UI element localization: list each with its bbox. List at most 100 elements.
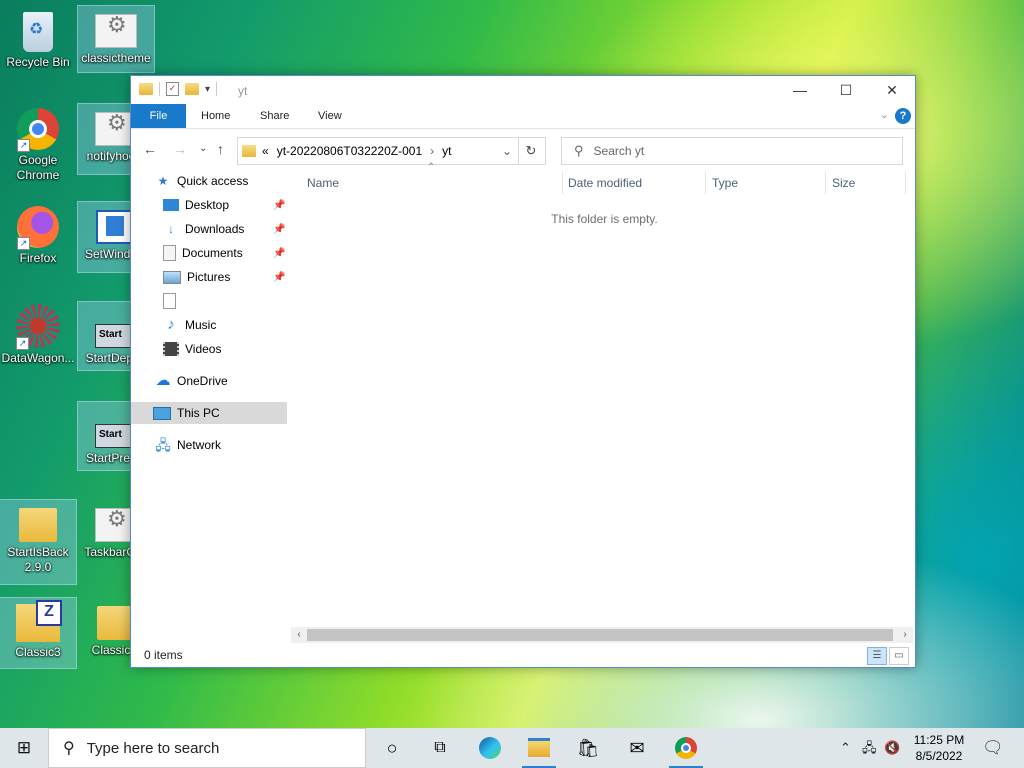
pin-icon[interactable]: 📌	[273, 272, 285, 283]
chrome-taskbar-icon[interactable]	[666, 728, 706, 768]
shortcut-arrow-icon: ↗	[17, 139, 30, 152]
desktop-icon-startisback[interactable]: StartIsBack 2.9.0	[0, 499, 77, 585]
desktop-icon-firefox[interactable]: ↗ Firefox	[0, 202, 76, 266]
title-bar[interactable]: ✓ ▾ yt — ☐ ✕	[131, 76, 915, 104]
large-icons-view-icon[interactable]: ▭	[889, 647, 909, 665]
nav-item-documents[interactable]: Documents	[163, 242, 243, 264]
file-explorer-window[interactable]: ✓ ▾ yt — ☐ ✕ File Home Share View ⌄ ? ← …	[130, 75, 916, 668]
mail-icon[interactable]: ✉	[617, 728, 657, 768]
navigation-bar: ← → ⌄ ↑ « yt-20220806T032220Z-001 › yt ⌄…	[131, 129, 915, 169]
desktop-icon-classictheme[interactable]: classictheme	[77, 5, 155, 73]
cortana-icon[interactable]: ○	[372, 728, 412, 768]
file-explorer-taskbar-icon[interactable]	[519, 728, 559, 768]
windows-start-icon[interactable]: ⊞	[0, 728, 48, 768]
store-icon[interactable]: 🛍	[568, 728, 608, 768]
desktop-icon-label: Google Chrome	[16, 153, 60, 182]
horizontal-scrollbar[interactable]: ‹ ›	[291, 627, 913, 643]
column-header-date-modified[interactable]: Date modified	[568, 168, 642, 198]
edge-icon[interactable]	[470, 728, 510, 768]
column-header-type[interactable]: Type	[712, 168, 738, 198]
tab-view[interactable]: View	[318, 104, 342, 128]
edge-logo	[479, 736, 501, 759]
forward-arrow-icon[interactable]: →	[173, 141, 187, 157]
back-arrow-icon[interactable]: ←	[143, 141, 157, 157]
scrollbar-thumb[interactable]	[307, 629, 893, 641]
desktop-icon	[163, 199, 179, 211]
chrome-icon: ↗	[17, 108, 59, 152]
nav-item-this-pc[interactable]: This PC	[131, 402, 287, 424]
details-view-icon[interactable]: ☰	[867, 647, 887, 665]
file-list[interactable]: ⌃ Name Date modified Type Size This fold…	[296, 162, 913, 626]
scroll-right-arrow-icon[interactable]: ›	[897, 627, 913, 643]
tab-file[interactable]: File	[131, 104, 186, 128]
help-icon[interactable]: ?	[895, 108, 911, 124]
address-bar[interactable]: « yt-20220806T032220Z-001 › yt ⌄	[237, 137, 519, 165]
sort-chevron-up-icon: ⌃	[427, 162, 436, 173]
show-hidden-icons-chevron-icon[interactable]: ⌃	[840, 728, 851, 768]
notification-center-icon[interactable]: 🗨	[982, 728, 1004, 768]
refresh-icon[interactable]: ↻	[517, 137, 546, 165]
nav-item-network[interactable]: 🖧 Network	[155, 434, 221, 456]
up-arrow-icon[interactable]: ↑	[217, 141, 224, 157]
pin-icon[interactable]: 📌	[273, 200, 285, 211]
item-count: 0 items	[144, 648, 183, 662]
tab-home[interactable]: Home	[201, 104, 230, 128]
chevron-down-icon[interactable]: ⌄	[880, 108, 889, 121]
computer-icon	[153, 406, 171, 420]
properties-icon[interactable]: ✓	[166, 82, 179, 96]
taskbar-search-input[interactable]: ⚲ Type here to search	[48, 728, 366, 768]
column-divider[interactable]	[825, 172, 826, 194]
column-header-name[interactable]: Name	[307, 168, 339, 198]
system-clock[interactable]: 11:25 PM 8/5/2022	[900, 732, 978, 764]
recent-locations-chevron-icon[interactable]: ⌄	[199, 143, 207, 154]
breadcrumb-segment[interactable]: yt-20220806T032220Z-001	[277, 144, 422, 158]
close-button[interactable]: ✕	[869, 76, 915, 104]
nav-item-onedrive[interactable]: ☁ OneDrive	[155, 370, 228, 392]
breadcrumb-overflow[interactable]: «	[262, 144, 269, 158]
search-input[interactable]: ⚲ Search yt	[561, 137, 903, 165]
ribbon-tabs: File Home Share View ⌄ ?	[131, 104, 915, 129]
desktop-icon-classic3[interactable]: Z Classic3	[0, 597, 77, 669]
minimize-button[interactable]: —	[777, 76, 823, 104]
nav-item-downloads[interactable]: ↓ Downloads	[163, 218, 244, 240]
nav-item-label: Videos	[185, 342, 222, 356]
breadcrumb-segment[interactable]: yt	[442, 144, 451, 158]
nav-item-label: Desktop	[185, 198, 230, 212]
column-divider[interactable]	[905, 172, 906, 194]
column-divider[interactable]	[705, 172, 706, 194]
desktop-icon-label: StartIsBack 2.9.0	[7, 545, 69, 574]
column-divider[interactable]	[562, 172, 563, 194]
desktop-icon-datawagon[interactable]: ↗ DataWagon...	[0, 300, 76, 366]
chevron-down-icon[interactable]: ⌄	[502, 144, 512, 158]
desktop-icon-label: DataWagon...	[1, 351, 75, 365]
task-view-icon[interactable]: ⧉	[420, 728, 460, 768]
taskbar-search-placeholder: Type here to search	[86, 739, 220, 757]
new-folder-icon[interactable]	[185, 83, 199, 95]
nav-item-blank-file[interactable]	[163, 290, 182, 312]
customize-toolbar-icon[interactable]: ▾	[205, 84, 210, 95]
divider	[216, 82, 218, 96]
nav-item-pictures[interactable]: Pictures	[163, 266, 230, 288]
nav-item-label: Downloads	[185, 222, 245, 236]
nav-item-quick-access[interactable]: ★ Quick access	[155, 170, 249, 192]
pin-icon[interactable]: 📌	[273, 248, 285, 259]
nav-item-videos[interactable]: Videos	[163, 338, 221, 360]
scroll-left-arrow-icon[interactable]: ‹	[291, 627, 307, 643]
network-status-icon[interactable]: 🖧	[862, 728, 877, 768]
shortcut-arrow-icon: ↗	[17, 237, 30, 250]
chevron-right-icon[interactable]: ›	[430, 144, 434, 158]
nav-item-desktop[interactable]: Desktop	[163, 194, 229, 216]
clock-date: 8/5/2022	[915, 749, 963, 763]
nav-item-label: Music	[185, 318, 217, 332]
tab-share[interactable]: Share	[260, 104, 289, 128]
volume-muted-icon[interactable]: 🔇	[884, 728, 900, 768]
pin-icon[interactable]: 📌	[273, 224, 285, 235]
nav-item-label: Documents	[182, 246, 243, 260]
column-header-size[interactable]: Size	[832, 168, 855, 198]
desktop-icon-label: Classic3	[15, 645, 61, 659]
desktop-icon-google-chrome[interactable]: ↗ Google Chrome	[0, 104, 76, 183]
nav-item-label: Pictures	[187, 270, 231, 284]
desktop-icon-recycle-bin[interactable]: ♻ Recycle Bin	[0, 6, 76, 70]
nav-item-music[interactable]: ♪ Music	[163, 314, 216, 336]
maximize-button[interactable]: ☐	[823, 76, 869, 104]
